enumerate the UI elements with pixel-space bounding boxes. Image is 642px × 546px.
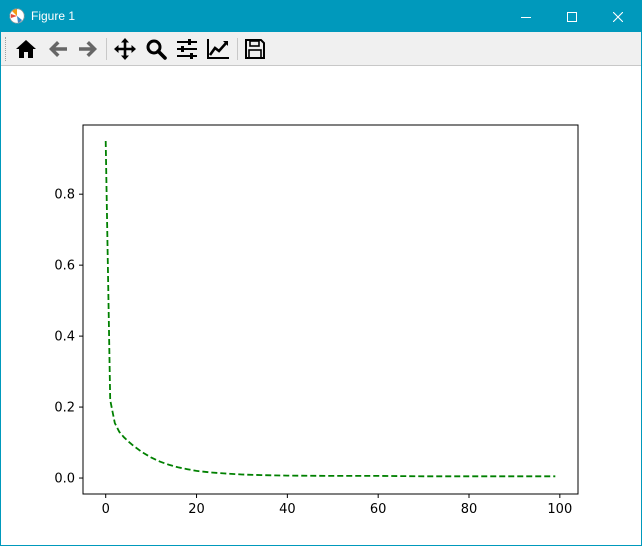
back-button[interactable] [45,36,71,62]
save-button[interactable] [242,36,268,62]
y-tick-label: 0.2 [54,401,75,416]
figure-window: Figure 1 0 20 40 60 80 100 0.0 0.2 0.4 0… [0,0,642,546]
toolbar-separator [106,38,107,60]
y-tick-label: 0.4 [54,330,75,345]
axes-frame [82,124,579,495]
home-icon [16,40,36,58]
toolbar-separator [237,38,238,60]
x-tick-label: 80 [461,502,478,517]
close-button[interactable] [595,1,641,32]
home-button[interactable] [13,36,39,62]
window-title: Figure 1 [31,9,76,23]
y-tick-label: 0.0 [54,472,75,487]
x-tick-label: 60 [370,502,387,517]
series-line [104,140,556,478]
figure-canvas[interactable]: 0 20 40 60 80 100 0.0 0.2 0.4 0.6 0.8 [1,66,641,545]
minimize-button[interactable] [503,1,549,32]
move-icon [114,38,136,60]
toolbar-grip[interactable] [5,37,8,61]
forward-button[interactable] [75,36,101,62]
x-tick-label: 40 [279,502,296,517]
arrow-right-icon [79,41,97,57]
x-tick-label: 100 [547,502,572,517]
title-bar[interactable]: Figure 1 [1,1,641,32]
navigation-toolbar [1,32,641,66]
zoom-button[interactable] [143,36,169,62]
floppy-disk-icon [245,39,265,59]
y-tick-label: 0.8 [54,188,75,203]
arrow-left-icon [49,41,67,57]
subplots-button[interactable] [174,36,200,62]
edit-axis-button[interactable] [205,36,231,62]
magnifier-icon [146,39,167,60]
maximize-icon [567,11,577,22]
pan-button[interactable] [112,36,138,62]
x-tick-label: 0 [102,502,110,517]
close-icon [613,11,623,22]
maximize-button[interactable] [549,1,595,32]
sliders-icon [177,39,197,59]
minimize-icon [521,16,531,18]
y-tick-label: 0.6 [54,259,75,274]
x-tick-label: 20 [188,502,205,517]
line-chart-icon [207,39,229,59]
matplotlib-logo-icon [9,8,25,24]
line-plot: 0 20 40 60 80 100 0.0 0.2 0.4 0.6 0.8 [54,124,579,517]
